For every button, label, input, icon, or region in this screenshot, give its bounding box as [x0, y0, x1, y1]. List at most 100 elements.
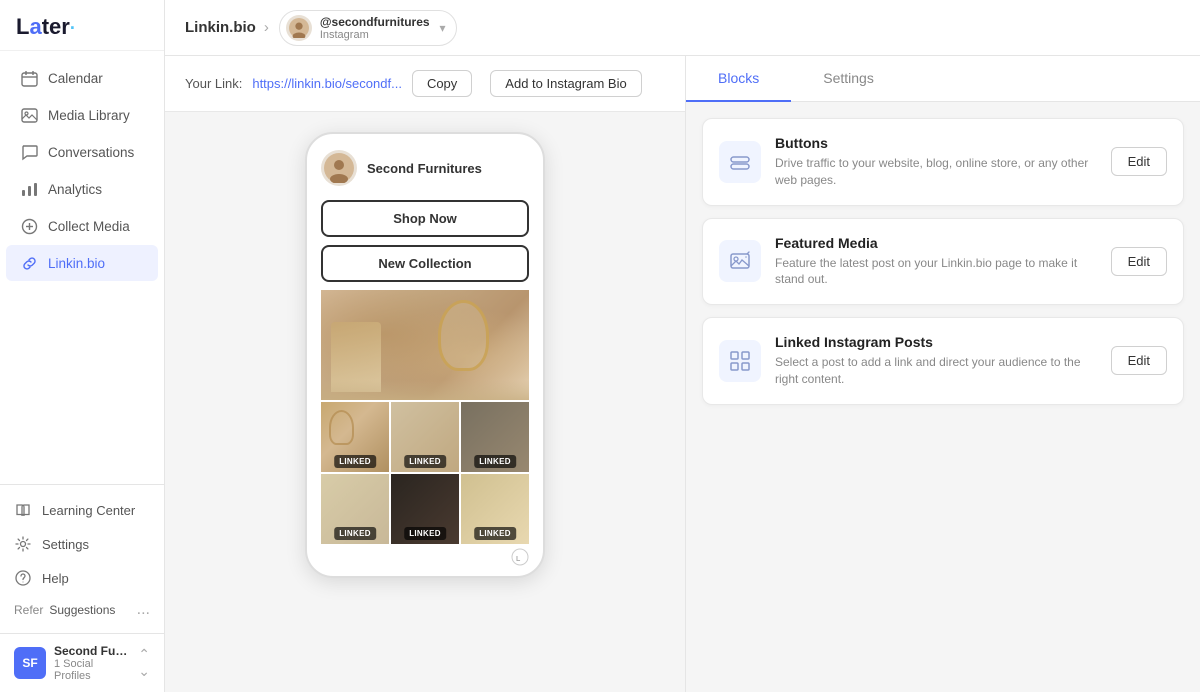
sidebar-item-conversations[interactable]: Conversations [6, 134, 158, 170]
book-icon [14, 501, 32, 519]
phone-small-grid-row2: LINKED LINKED LINKED [321, 474, 529, 544]
breadcrumb: Linkin.bio › [185, 19, 269, 36]
more-dots[interactable]: ... [137, 601, 150, 619]
phone-grid-cell-4: LINKED [321, 474, 389, 544]
sidebar-bottom: Learning Center Settings Help [0, 484, 164, 633]
grid-icon [728, 349, 752, 373]
linked-badge-1: LINKED [334, 455, 376, 468]
sidebar-item-learning-center[interactable]: Learning Center [0, 493, 164, 527]
sidebar-nav: Calendar Media Library Conversations [0, 51, 164, 484]
block-linked-posts-title: Linked Instagram Posts [775, 334, 1097, 350]
phone-profile: Second Furnitures [321, 150, 529, 186]
sidebar-item-label: Collect Media [48, 219, 130, 234]
phone-avatar [321, 150, 357, 186]
sidebar-item-label: Calendar [48, 71, 103, 86]
block-buttons-desc: Drive traffic to your website, blog, onl… [775, 155, 1097, 189]
buttons-icon-wrap [719, 141, 761, 183]
logo-dot-icon: · [70, 18, 76, 38]
copy-button[interactable]: Copy [412, 70, 472, 97]
sidebar-item-help[interactable]: Help [0, 561, 164, 595]
sidebar-item-calendar[interactable]: Calendar [6, 60, 158, 96]
block-buttons-title: Buttons [775, 135, 1097, 151]
suggestions-link[interactable]: Suggestions [49, 603, 115, 617]
account-selector-type: Instagram [320, 29, 430, 41]
help-icon [14, 569, 32, 587]
block-featured-media-info: Featured Media Feature the latest post o… [775, 235, 1097, 289]
sidebar-item-label: Help [42, 571, 69, 586]
block-linked-posts-edit-button[interactable]: Edit [1111, 346, 1167, 375]
sidebar-item-label: Settings [42, 537, 89, 552]
logo-text: Later· [16, 14, 76, 39]
tab-blocks[interactable]: Blocks [686, 56, 791, 102]
main-content: Linkin.bio › @secondfurnitures Instagram… [165, 0, 1200, 692]
account-info: Second Furnitur... 1 Social Profiles [54, 644, 130, 682]
block-featured-media-edit-button[interactable]: Edit [1111, 247, 1167, 276]
linked-badge-4: LINKED [334, 527, 376, 540]
link-label: Your Link: [185, 76, 242, 91]
phone-grid-cell-6: LINKED [461, 474, 529, 544]
blocks-list: Buttons Drive traffic to your website, b… [686, 102, 1200, 692]
block-buttons-info: Buttons Drive traffic to your website, b… [775, 135, 1097, 189]
tabs-row: Blocks Settings [686, 56, 1200, 102]
chevron-up-down-icon: ⌃⌄ [138, 646, 150, 680]
sidebar: Later· Calendar Me [0, 0, 165, 692]
grid-icon-wrap [719, 340, 761, 382]
phone-preview-wrapper: Second Furnitures Shop Now New Collectio… [165, 112, 685, 692]
block-card-featured-media: Featured Media Feature the latest post o… [702, 218, 1184, 306]
refer-row: Refer Suggestions ... [0, 595, 164, 625]
phone-grid-cell-5: LINKED [391, 474, 459, 544]
svg-text:L: L [516, 556, 521, 563]
add-to-instagram-bio-button[interactable]: Add to Instagram Bio [490, 70, 641, 97]
image-icon [20, 106, 38, 124]
calendar-icon [20, 69, 38, 87]
sidebar-item-label: Learning Center [42, 503, 135, 518]
sidebar-item-settings[interactable]: Settings [0, 527, 164, 561]
linked-badge-6: LINKED [474, 527, 516, 540]
buttons-icon [728, 150, 752, 174]
sidebar-item-collect-media[interactable]: Collect Media [6, 208, 158, 244]
refer-label: Refer [14, 603, 43, 617]
logo: Later· [0, 0, 164, 51]
breadcrumb-separator: › [264, 19, 269, 36]
linked-badge-5: LINKED [404, 527, 446, 540]
phone-frame: Second Furnitures Shop Now New Collectio… [305, 132, 545, 578]
tab-settings[interactable]: Settings [791, 56, 906, 102]
account-selector-info: @secondfurnitures Instagram [320, 15, 430, 41]
featured-media-icon-wrap [719, 240, 761, 282]
collect-icon [20, 217, 38, 235]
account-selector[interactable]: @secondfurnitures Instagram ▾ [279, 10, 457, 46]
sidebar-item-label: Media Library [48, 108, 130, 123]
phone-new-collection-button[interactable]: New Collection [321, 245, 529, 282]
sidebar-item-label: Linkin.bio [48, 256, 105, 271]
chart-icon [20, 180, 38, 198]
top-bar: Linkin.bio › @secondfurnitures Instagram… [165, 0, 1200, 56]
sidebar-item-media-library[interactable]: Media Library [6, 97, 158, 133]
preview-panel: Your Link: https://linkin.bio/secondf...… [165, 56, 685, 692]
block-linked-posts-desc: Select a post to add a link and direct y… [775, 354, 1097, 388]
account-name: Second Furnitur... [54, 644, 130, 658]
right-panel: Blocks Settings Buttons [685, 56, 1200, 692]
sidebar-item-linkin-bio[interactable]: Linkin.bio [6, 245, 158, 281]
phone-grid-cell-1: LINKED [321, 402, 389, 472]
breadcrumb-title: Linkin.bio [185, 19, 256, 36]
block-featured-media-desc: Feature the latest post on your Linkin.b… [775, 255, 1097, 289]
account-sub: 1 Social Profiles [54, 658, 130, 682]
block-card-linked-instagram-posts: Linked Instagram Posts Select a post to … [702, 317, 1184, 405]
block-card-buttons: Buttons Drive traffic to your website, b… [702, 118, 1184, 206]
gear-icon [14, 535, 32, 553]
content-area: Your Link: https://linkin.bio/secondf...… [165, 56, 1200, 692]
sidebar-item-analytics[interactable]: Analytics [6, 171, 158, 207]
account-bar[interactable]: SF Second Furnitur... 1 Social Profiles … [0, 633, 164, 692]
chat-icon [20, 143, 38, 161]
block-linked-posts-info: Linked Instagram Posts Select a post to … [775, 334, 1097, 388]
account-avatar: SF [14, 647, 46, 679]
block-buttons-edit-button[interactable]: Edit [1111, 147, 1167, 176]
phone-shop-now-button[interactable]: Shop Now [321, 200, 529, 237]
later-logo-small-icon: L [511, 548, 529, 566]
sidebar-item-label: Analytics [48, 182, 102, 197]
phone-featured-image [321, 290, 529, 400]
link-url[interactable]: https://linkin.bio/secondf... [252, 76, 402, 91]
linked-badge-3: LINKED [474, 455, 516, 468]
sidebar-item-label: Conversations [48, 145, 134, 160]
phone-username: Second Furnitures [367, 161, 482, 176]
